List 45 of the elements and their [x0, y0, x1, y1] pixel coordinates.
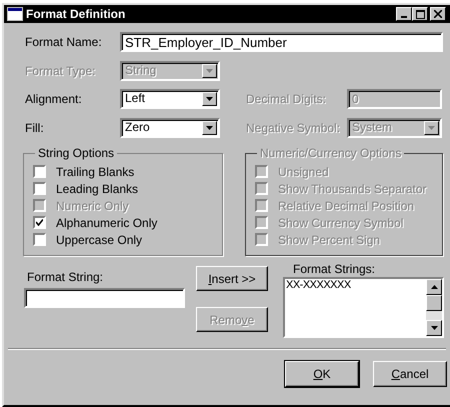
- checkbox[interactable]: [33, 216, 46, 229]
- close-button[interactable]: [430, 7, 446, 21]
- group-title: String Options: [37, 146, 116, 160]
- field-label: Format String:: [27, 270, 104, 286]
- checkbox-label: Unsigned: [278, 164, 329, 178]
- checkbox-label: Alphanumeric Only: [56, 216, 158, 230]
- ok-button[interactable]: OK: [285, 361, 359, 387]
- maximize-button[interactable]: [412, 7, 428, 21]
- close-icon: [434, 10, 442, 18]
- scroll-down-icon: [426, 320, 442, 336]
- dropdown[interactable]: Left: [120, 89, 220, 109]
- format-strings-list[interactable]: XX-XXXXXXX: [283, 276, 444, 338]
- scroll-thumb[interactable]: [426, 294, 442, 311]
- checkbox-label: Relative Decimal Position: [278, 198, 414, 212]
- maximize-icon: [416, 10, 424, 18]
- checkbox-label: Uppercase Only: [56, 232, 142, 246]
- field-label: Fill:: [25, 121, 45, 135]
- checkbox-label: Show Currency Symbol: [278, 216, 404, 230]
- format-string-field[interactable]: [24, 288, 185, 308]
- checkbox-label: Show Thousands Separator: [278, 182, 427, 196]
- group-title: Numeric/Currency Options: [259, 146, 402, 160]
- field-label: Decimal Digits:: [246, 92, 328, 106]
- window-title: Format Definition: [26, 7, 126, 21]
- minimize-button[interactable]: [396, 7, 412, 21]
- checkbox[interactable]: [33, 233, 46, 246]
- scroll-up-icon: [426, 278, 442, 295]
- field-label: Format Name:: [25, 35, 103, 49]
- checkbox-label: Numeric Only: [56, 198, 129, 212]
- checkbox-label: Leading Blanks: [56, 182, 138, 196]
- checkbox[interactable]: [33, 165, 46, 178]
- window-icon: [7, 7, 23, 21]
- list-item[interactable]: XX-XXXXXXX: [285, 278, 426, 291]
- field-label: Format Type:: [25, 64, 96, 78]
- checkbox[interactable]: [33, 182, 46, 195]
- field-label: Alignment:: [25, 92, 83, 106]
- dropdown[interactable]: Zero: [120, 118, 220, 138]
- insert-button[interactable]: Insert >>: [196, 266, 268, 291]
- scrollbar[interactable]: [426, 278, 442, 336]
- field-label: Negative Symbol:: [246, 121, 342, 135]
- field-label: Format Strings:: [293, 262, 376, 277]
- checkbox-label: Show Percent Sign: [278, 232, 380, 246]
- cancel-button[interactable]: Cancel: [373, 361, 447, 387]
- format-name-field[interactable]: STR_Employer_ID_Number: [120, 32, 443, 52]
- checkbox-label: Trailing Blanks: [56, 164, 134, 178]
- check-icon: [36, 219, 43, 226]
